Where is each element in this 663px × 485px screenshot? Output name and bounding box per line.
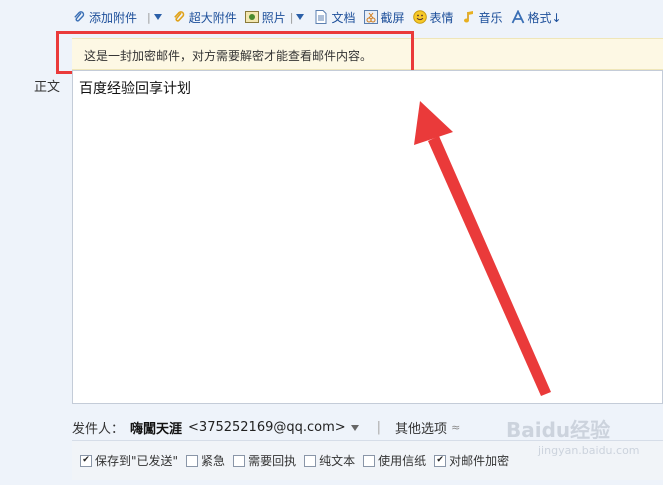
photo-icon xyxy=(244,10,259,24)
read-receipt-label: 需要回执 xyxy=(248,454,297,468)
large-attachment-label: 超大附件 xyxy=(188,10,237,25)
large-paperclip-icon xyxy=(172,10,186,24)
format-button[interactable]: 格式↓ xyxy=(511,9,562,26)
message-body-editor[interactable]: 百度经验回享计划 xyxy=(72,70,663,404)
save-to-sent-option[interactable]: ✔ 保存到"已发送" xyxy=(80,452,178,469)
plain-text-option[interactable]: 纯文本 xyxy=(304,452,355,469)
music-button[interactable]: 音乐 xyxy=(462,9,503,26)
chevron-up-icon: ≈ xyxy=(451,421,461,434)
watermark-url: jingyan.baidu.com xyxy=(538,444,640,457)
photo-label: 照片 xyxy=(261,10,286,25)
sender-row: 发件人： 嗨闖天涯 <375252169@qq.com> | 其他选项 ≈ xyxy=(72,418,460,437)
music-label: 音乐 xyxy=(478,10,503,25)
stationery-label: 使用信纸 xyxy=(378,454,427,468)
emoji-button[interactable]: 表情 xyxy=(412,9,454,26)
body-label: 正文 xyxy=(34,80,61,95)
other-options-toggle[interactable]: 其他选项 ≈ xyxy=(395,418,460,437)
toolbar-divider: | xyxy=(289,10,294,24)
attachment-dropdown-icon[interactable] xyxy=(153,14,162,20)
read-receipt-checkbox[interactable] xyxy=(233,454,246,467)
compose-toolbar: 添加附件 | 超大附件 照片 | 文档 截屏 表情 音乐 格式↓ xyxy=(72,6,570,28)
watermark-logo: Baidu经验 xyxy=(506,418,611,442)
plain-text-checkbox[interactable] xyxy=(304,454,317,467)
stationery-option[interactable]: 使用信纸 xyxy=(363,452,426,469)
photo-dropdown-icon[interactable] xyxy=(296,14,305,20)
plain-text-label: 纯文本 xyxy=(319,454,356,468)
encrypt-option[interactable]: ✔ 对邮件加密 xyxy=(434,452,509,469)
toolbar-divider: | xyxy=(147,10,151,24)
urgent-option[interactable]: 紧急 xyxy=(186,452,225,469)
screenshot-label: 截屏 xyxy=(380,10,405,25)
scissors-icon xyxy=(363,10,378,24)
sender-label: 发件人： xyxy=(72,422,125,437)
encrypt-checkbox[interactable]: ✔ xyxy=(434,454,447,467)
urgent-label: 紧急 xyxy=(201,454,226,468)
save-to-sent-label: 保存到"已发送" xyxy=(95,454,179,468)
document-icon xyxy=(314,10,328,24)
sender-dropdown-icon[interactable] xyxy=(350,424,359,431)
add-attachment-label: 添加附件 xyxy=(89,10,138,25)
encrypt-label: 对邮件加密 xyxy=(449,454,510,468)
format-label: 格式↓ xyxy=(527,10,562,25)
add-attachment-button[interactable]: 添加附件 xyxy=(72,9,137,26)
message-body-text: 百度经验回享计划 xyxy=(79,81,191,97)
music-note-icon xyxy=(462,10,476,24)
smiley-icon xyxy=(412,10,427,24)
sender-divider: | xyxy=(376,420,382,435)
photo-button[interactable]: 照片 xyxy=(244,9,286,26)
large-attachment-button[interactable]: 超大附件 xyxy=(172,9,237,26)
font-format-icon xyxy=(511,10,525,24)
sender-name: 嗨闖天涯 xyxy=(130,422,183,437)
emoji-label: 表情 xyxy=(429,10,454,25)
sender-email: <375252169@qq.com> xyxy=(188,420,346,435)
urgent-checkbox[interactable] xyxy=(186,454,199,467)
other-options-label: 其他选项 xyxy=(395,422,448,437)
stationery-checkbox[interactable] xyxy=(363,454,376,467)
read-receipt-option[interactable]: 需要回执 xyxy=(233,452,296,469)
save-to-sent-checkbox[interactable]: ✔ xyxy=(80,454,92,467)
highlight-annotation-box xyxy=(56,31,414,74)
document-button[interactable]: 文档 xyxy=(314,9,356,26)
screenshot-button[interactable]: 截屏 xyxy=(363,9,405,26)
document-label: 文档 xyxy=(331,10,356,25)
paperclip-icon xyxy=(72,10,86,24)
